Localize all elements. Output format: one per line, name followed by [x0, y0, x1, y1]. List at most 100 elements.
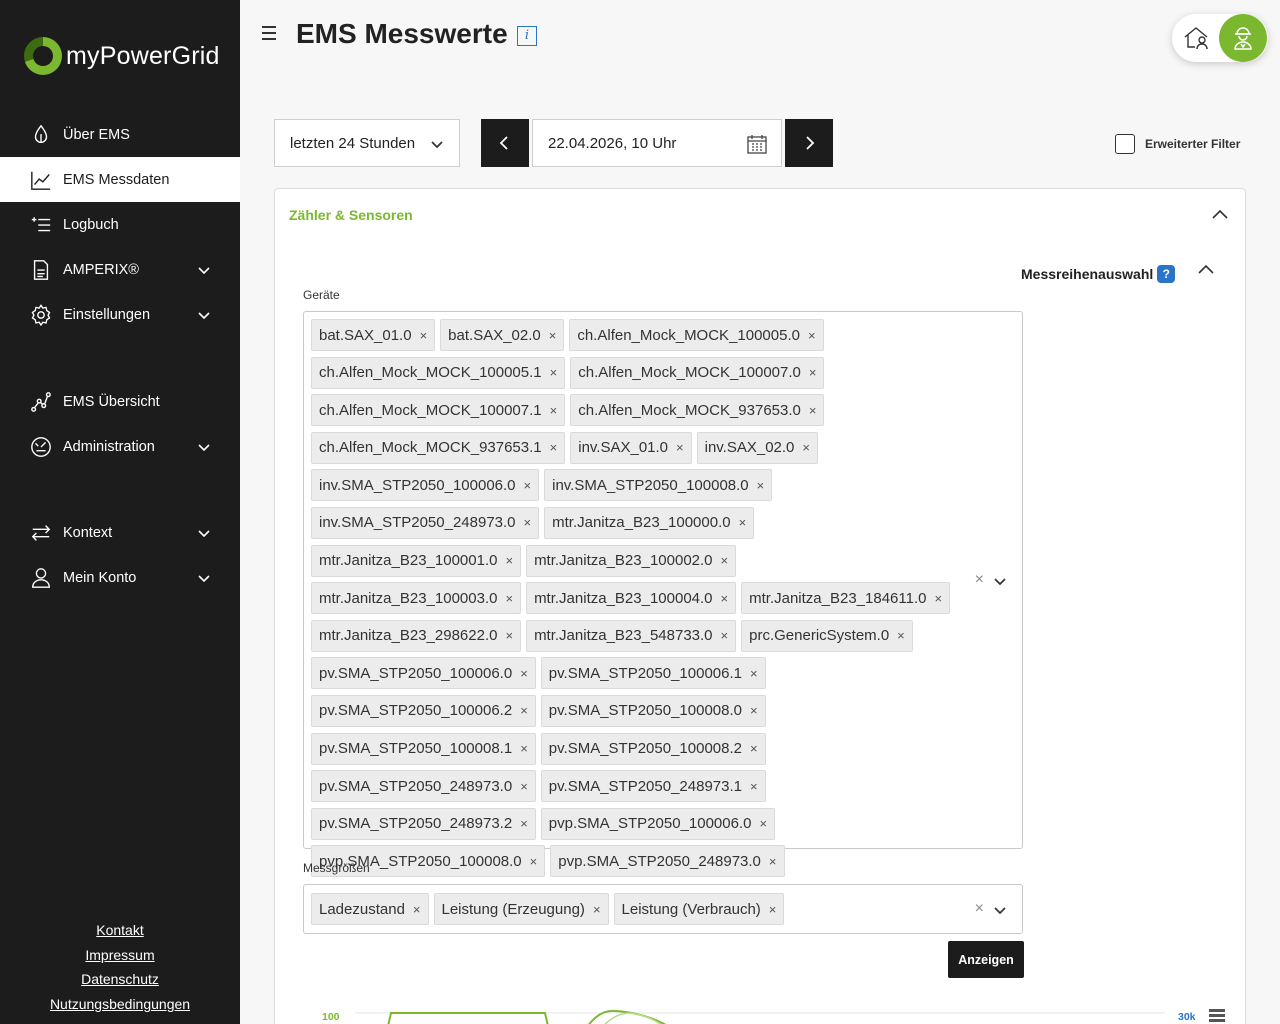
leaf-drop-icon: [30, 124, 52, 146]
remove-tag-icon[interactable]: ×: [520, 741, 528, 756]
remove-tag-icon[interactable]: ×: [809, 365, 817, 380]
sidebar-item-administration[interactable]: Administration: [0, 424, 240, 469]
remove-tag-icon[interactable]: ×: [739, 515, 747, 530]
chart-svg: [355, 1009, 1165, 1024]
footer-link-datenschutz[interactable]: Datenschutz: [0, 968, 240, 993]
sidebar-item-kontext[interactable]: Kontext: [0, 510, 240, 555]
chart-menu-icon[interactable]: [1209, 1009, 1225, 1023]
remove-tag-icon[interactable]: ×: [676, 440, 684, 455]
chevron-down-icon[interactable]: [198, 264, 210, 276]
selected-tag: mtr.Janitza_B23_100004.0 ×: [526, 582, 737, 615]
chevron-down-icon[interactable]: [994, 574, 1006, 586]
remove-tag-icon[interactable]: ×: [802, 440, 810, 455]
chevron-down-icon[interactable]: [198, 527, 210, 539]
clear-all-icon[interactable]: ×: [975, 571, 984, 589]
remove-tag-icon[interactable]: ×: [934, 591, 942, 606]
panel-title[interactable]: Zähler & Sensoren: [289, 207, 413, 223]
hamburger-menu-icon[interactable]: [262, 26, 280, 44]
chevron-down-icon[interactable]: [198, 441, 210, 453]
remove-tag-icon[interactable]: ×: [520, 816, 528, 831]
clear-all-icon[interactable]: ×: [975, 900, 984, 918]
remove-tag-icon[interactable]: ×: [550, 403, 558, 418]
sidebar-item-ems-messdaten[interactable]: EMS Messdaten: [0, 157, 240, 202]
selected-tag: mtr.Janitza_B23_100003.0 ×: [311, 582, 522, 615]
chevron-up-icon[interactable]: [1211, 207, 1229, 221]
tag-label: inv.SAX_01.0: [578, 439, 669, 457]
show-button[interactable]: Anzeigen: [948, 941, 1024, 978]
sidebar-item-mein-konto[interactable]: Mein Konto: [0, 555, 240, 600]
info-icon[interactable]: i: [517, 26, 537, 46]
remove-tag-icon[interactable]: ×: [750, 741, 758, 756]
extended-filter[interactable]: Erweiterter Filter: [1115, 134, 1240, 154]
selected-tag: pv.SMA_STP2050_248973.0 ×: [311, 770, 536, 803]
remove-tag-icon[interactable]: ×: [520, 779, 528, 794]
remove-tag-icon[interactable]: ×: [505, 591, 513, 606]
selected-tag: inv.SMA_STP2050_100006.0 ×: [311, 469, 540, 502]
sidebar-item-logbuch[interactable]: Logbuch: [0, 202, 240, 247]
remove-tag-icon[interactable]: ×: [769, 902, 777, 917]
selected-tag: mtr.Janitza_B23_298622.0 ×: [311, 619, 522, 652]
sidebar-item-ems-uebersicht[interactable]: EMS Übersicht: [0, 379, 240, 424]
remove-tag-icon[interactable]: ×: [757, 478, 765, 493]
remove-tag-icon[interactable]: ×: [808, 328, 816, 343]
calendar-icon[interactable]: [746, 133, 768, 155]
selected-tag: pvp.SMA_STP2050_248973.0 ×: [550, 845, 785, 878]
selected-tag: pv.SMA_STP2050_100006.1 ×: [540, 657, 766, 690]
home-user-icon[interactable]: [1182, 24, 1210, 52]
chevron-up-icon[interactable]: [1197, 262, 1215, 276]
tag-label: mtr.Janitza_B23_100002.0: [534, 552, 713, 570]
remove-tag-icon[interactable]: ×: [897, 628, 905, 643]
extended-filter-checkbox[interactable]: [1115, 134, 1135, 154]
remove-tag-icon[interactable]: ×: [550, 440, 558, 455]
tag-label: pv.SMA_STP2050_100008.0: [548, 702, 742, 720]
remove-tag-icon[interactable]: ×: [809, 403, 817, 418]
remove-tag-icon[interactable]: ×: [524, 515, 532, 530]
date-field[interactable]: 22.04.2026, 10 Uhr: [532, 119, 782, 167]
remove-tag-icon[interactable]: ×: [721, 591, 729, 606]
brand[interactable]: myPowerGrid: [24, 36, 220, 76]
help-icon[interactable]: ?: [1157, 265, 1176, 283]
selected-tag: pv.SMA_STP2050_100006.2 ×: [311, 694, 536, 727]
remove-tag-icon[interactable]: ×: [549, 328, 557, 343]
tag-label: pvp.SMA_STP2050_100006.0: [548, 815, 752, 833]
remove-tag-icon[interactable]: ×: [750, 703, 758, 718]
remove-tag-icon[interactable]: ×: [750, 779, 758, 794]
selected-tag: prc.GenericSystem.0 ×: [741, 619, 913, 652]
chevron-down-icon[interactable]: [198, 309, 210, 321]
remove-tag-icon[interactable]: ×: [520, 703, 528, 718]
sidebar-item-ueber-ems[interactable]: Über EMS: [0, 112, 240, 157]
remove-tag-icon[interactable]: ×: [505, 628, 513, 643]
next-period-button[interactable]: [785, 119, 833, 167]
remove-tag-icon[interactable]: ×: [524, 478, 532, 493]
time-range-select[interactable]: letzten 24 Stunden: [274, 119, 460, 167]
remove-tag-icon[interactable]: ×: [759, 816, 767, 831]
remove-tag-icon[interactable]: ×: [520, 666, 528, 681]
installer-avatar-icon[interactable]: [1219, 14, 1267, 62]
series-selection-heading: Messreihenauswahl ?: [1021, 265, 1176, 283]
measures-multiselect[interactable]: Ladezustand × Leistung (Erzeugung) × Leistun…: [303, 884, 1023, 934]
remove-tag-icon[interactable]: ×: [413, 902, 421, 917]
chevron-down-icon[interactable]: [198, 572, 210, 584]
footer-link-nutzungsbedingungen[interactable]: Nutzungsbedingungen: [0, 993, 240, 1018]
footer-link-impressum[interactable]: Impressum: [0, 944, 240, 969]
footer-link-kontakt[interactable]: Kontakt: [0, 919, 240, 944]
tag-label: ch.Alfen_Mock_MOCK_100005.0: [577, 326, 800, 344]
remove-tag-icon[interactable]: ×: [750, 666, 758, 681]
tag-label: ch.Alfen_Mock_MOCK_100007.0: [578, 364, 801, 382]
devices-multiselect[interactable]: bat.SAX_01.0 × bat.SAX_02.0 × ch.Alfen_Mock_…: [303, 311, 1023, 878]
sidebar-item-label: Kontext: [63, 524, 113, 541]
chevron-down-icon[interactable]: [994, 903, 1006, 915]
remove-tag-icon[interactable]: ×: [530, 854, 538, 869]
remove-tag-icon[interactable]: ×: [420, 328, 428, 343]
remove-tag-icon[interactable]: ×: [721, 553, 729, 568]
sidebar-item-label: Über EMS: [63, 126, 130, 143]
remove-tag-icon[interactable]: ×: [505, 553, 513, 568]
remove-tag-icon[interactable]: ×: [769, 854, 777, 869]
switch-arrows-icon: [30, 522, 52, 544]
remove-tag-icon[interactable]: ×: [721, 628, 729, 643]
previous-period-button[interactable]: [481, 119, 529, 167]
remove-tag-icon[interactable]: ×: [593, 902, 601, 917]
remove-tag-icon[interactable]: ×: [550, 365, 558, 380]
sidebar-item-amperix[interactable]: AMPERIX®: [0, 247, 240, 292]
sidebar-item-einstellungen[interactable]: Einstellungen: [0, 292, 240, 337]
